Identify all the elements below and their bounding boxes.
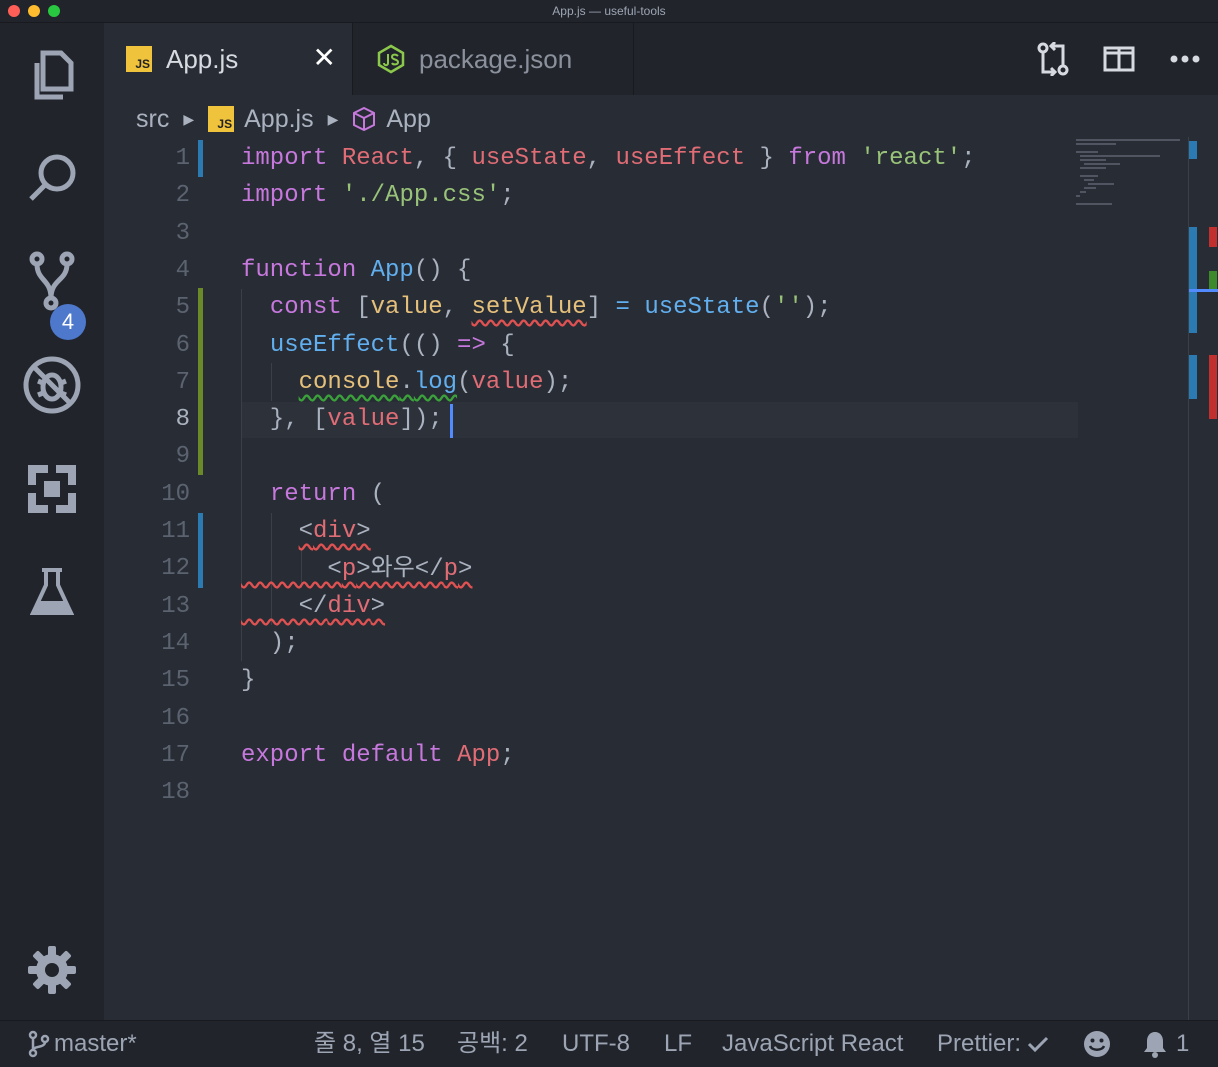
bell-icon (1144, 1032, 1166, 1058)
close-window-button[interactable] (8, 5, 20, 17)
notification-count: 1 (1176, 1030, 1190, 1057)
notifications[interactable]: 1 (1142, 1021, 1189, 1067)
feedback-smiley-icon[interactable] (1083, 1021, 1111, 1067)
window-title: App.js — useful-tools (552, 4, 666, 18)
prettier-status[interactable]: Prettier: (937, 1021, 1049, 1067)
explorer-icon[interactable] (22, 45, 82, 105)
vertical-scrollbar[interactable] (1188, 137, 1218, 1020)
code-line[interactable]: const [value, setValue] = useState(''); (241, 289, 832, 326)
debug-icon[interactable] (22, 355, 82, 415)
code-line[interactable]: import './App.css'; (241, 177, 515, 214)
branch-indicator[interactable]: master* (28, 1021, 137, 1067)
symbol-class-icon (353, 106, 376, 132)
js-file-icon: JS (208, 106, 235, 132)
breadcrumb-symbol-label: App (386, 104, 431, 133)
breadcrumb-symbol[interactable]: App (352, 104, 431, 134)
close-tab-button[interactable]: ✕ (313, 43, 336, 73)
code-line[interactable]: console.log(value); (241, 364, 573, 401)
git-modified-mark (198, 513, 203, 588)
code-line[interactable]: export default App; (241, 737, 515, 774)
code-line[interactable]: <div> (241, 513, 371, 550)
extensions-icon[interactable] (22, 459, 82, 519)
search-icon[interactable] (22, 148, 82, 208)
editor-area[interactable]: src ▶ JS App.js ▶ App 1 2 3 4 5 6 7 8 9 10 11 12 13 1… (104, 95, 1218, 1020)
tab-label: App.js (166, 43, 239, 74)
breadcrumb: src ▶ JS App.js ▶ App (136, 95, 431, 143)
code-line[interactable]: import React, { useState, useEffect } fr… (241, 140, 976, 177)
line-number: 5 (175, 294, 190, 322)
line-number: 10 (161, 480, 190, 508)
encoding[interactable]: UTF-8 (562, 1021, 630, 1067)
tab-app-js[interactable]: JS App.js ✕ (104, 23, 352, 95)
breadcrumb-folder[interactable]: src (136, 105, 169, 134)
line-number: 14 (161, 629, 190, 657)
line-number: 12 (161, 555, 190, 583)
line-number: 1 (175, 145, 190, 172)
more-actions-icon[interactable] (1152, 23, 1218, 95)
line-number: 2 (175, 182, 190, 210)
activity-bar: 4 (0, 23, 104, 1020)
tab-label: package.json (419, 43, 573, 74)
line-number: 6 (175, 331, 190, 359)
chevron-right-icon: ▶ (183, 110, 195, 127)
prettier-label: Prettier: (937, 1030, 1022, 1057)
line-number: 13 (161, 592, 190, 620)
zoom-window-button[interactable] (48, 5, 60, 17)
breadcrumb-file[interactable]: JS App.js (208, 104, 314, 134)
breadcrumb-file-label: App.js (244, 104, 314, 133)
js-file-icon: JS (126, 46, 152, 72)
code-line[interactable]: } (241, 662, 255, 699)
line-number: 3 (175, 219, 190, 247)
line-number: 4 (175, 256, 190, 284)
line-number: 18 (161, 779, 190, 807)
line-number: 17 (161, 741, 190, 769)
tab-package-json[interactable]: package.json (352, 23, 634, 95)
check-icon (1027, 1036, 1049, 1053)
line-number: 15 (161, 667, 190, 695)
indentation[interactable]: 공백: 2 (457, 1021, 528, 1067)
title-bar: App.js — useful-tools (0, 0, 1218, 23)
editor-tabs: JS App.js ✕ package.json (104, 23, 1218, 95)
line-number: 16 (161, 704, 190, 732)
code-line[interactable]: return ( (241, 476, 385, 513)
code-line[interactable]: function App() { (241, 252, 471, 289)
code-line[interactable]: ); (241, 625, 299, 662)
line-ending[interactable]: LF (664, 1021, 692, 1067)
line-number: 11 (161, 518, 190, 545)
source-control-icon[interactable] (22, 251, 82, 311)
code-line[interactable]: useEffect(() => { (241, 327, 515, 364)
chevron-right-icon: ▶ (327, 110, 339, 127)
line-number: 8 (175, 406, 190, 434)
status-bar: master* 줄 8, 열 15 공백: 2 UTF-8 LF JavaScr… (0, 1020, 1218, 1067)
line-number: 7 (175, 368, 190, 396)
cursor-position[interactable]: 줄 8, 열 15 (314, 1021, 425, 1067)
compare-changes-icon[interactable] (1020, 23, 1086, 95)
language-mode[interactable]: JavaScript React (722, 1021, 903, 1067)
split-editor-icon[interactable] (1086, 23, 1152, 95)
branch-name: master* (54, 1030, 137, 1057)
source-control-badge: 4 (50, 304, 86, 340)
test-flask-icon[interactable] (22, 563, 82, 623)
gear-icon[interactable] (22, 940, 82, 1000)
git-branch-icon (28, 1030, 50, 1058)
git-modified-mark (198, 140, 203, 177)
git-added-mark (198, 288, 203, 475)
code-line[interactable]: <p>와우</p> (241, 551, 472, 588)
line-number: 9 (175, 443, 190, 471)
tab-actions (1020, 23, 1218, 95)
nodejs-icon (377, 44, 405, 74)
minimap[interactable] (1076, 137, 1184, 217)
code-line[interactable]: }, [value]); (241, 401, 443, 438)
text-cursor (450, 404, 453, 438)
code-line[interactable]: </div> (241, 588, 385, 625)
minimize-window-button[interactable] (28, 5, 40, 17)
